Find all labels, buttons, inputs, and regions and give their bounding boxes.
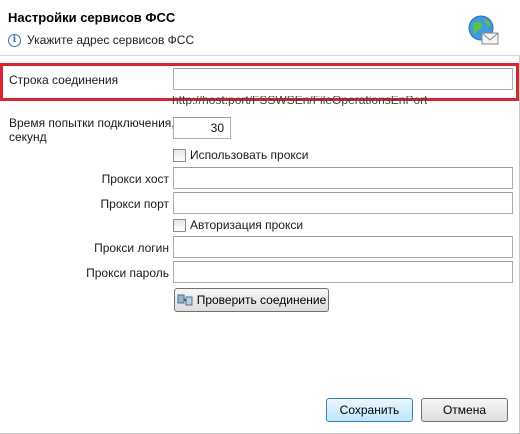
cancel-button[interactable]: Отмена	[421, 398, 508, 422]
connection-string-hint-text: http://host:port/FSSWSEn/FileOperationsE…	[172, 96, 428, 106]
use-proxy-label: Использовать прокси	[190, 148, 309, 162]
timeout-field[interactable]	[173, 117, 231, 139]
proxy-login-field[interactable]	[173, 236, 513, 258]
use-proxy-checkbox[interactable]	[173, 148, 186, 162]
info-icon: i	[8, 33, 21, 47]
proxy-host-field[interactable]	[173, 167, 513, 189]
proxy-auth-checkbox-row[interactable]: Авторизация прокси	[173, 218, 303, 232]
proxy-login-input[interactable]	[174, 237, 512, 257]
proxy-host-input[interactable]	[174, 168, 512, 188]
timeout-label-line2: секунд	[9, 130, 47, 144]
timeout-input[interactable]	[174, 118, 230, 138]
save-button[interactable]: Сохранить	[326, 398, 413, 422]
proxy-password-label: Прокси пароль	[86, 266, 169, 280]
timeout-label-line1: Время попытки подключения,	[9, 116, 175, 130]
proxy-port-field[interactable]	[173, 192, 513, 214]
proxy-port-input[interactable]	[174, 193, 512, 213]
proxy-auth-checkbox[interactable]	[173, 218, 186, 232]
proxy-login-label: Прокси логин	[94, 241, 169, 255]
cancel-button-label: Отмена	[442, 403, 487, 417]
proxy-host-label: Прокси хост	[101, 172, 169, 186]
save-button-label: Сохранить	[339, 403, 400, 417]
test-connection-button[interactable]: Проверить соединение	[174, 288, 329, 312]
proxy-password-input[interactable]	[174, 262, 512, 282]
globe-mail-icon	[468, 15, 499, 45]
proxy-auth-label: Авторизация прокси	[190, 218, 304, 232]
use-proxy-checkbox-row[interactable]: Использовать прокси	[173, 148, 309, 162]
subtitle-row: i Укажите адрес сервисов ФСС	[8, 33, 194, 47]
connection-check-icon	[177, 294, 193, 306]
proxy-password-field[interactable]	[173, 261, 513, 283]
dialog-subtitle: Укажите адрес сервисов ФСС	[27, 33, 195, 47]
connection-string-hint: http://host:port/FSSWSEn/FileOperationsE…	[172, 96, 427, 106]
proxy-port-label: Прокси порт	[100, 197, 169, 211]
test-connection-label: Проверить соединение	[196, 293, 327, 307]
fss-settings-dialog: Настройки сервисов ФСС i Укажите адрес с…	[0, 0, 520, 434]
dialog-header: Настройки сервисов ФСС i Укажите адрес с…	[0, 0, 520, 56]
dialog-title: Настройки сервисов ФСС	[8, 10, 176, 25]
